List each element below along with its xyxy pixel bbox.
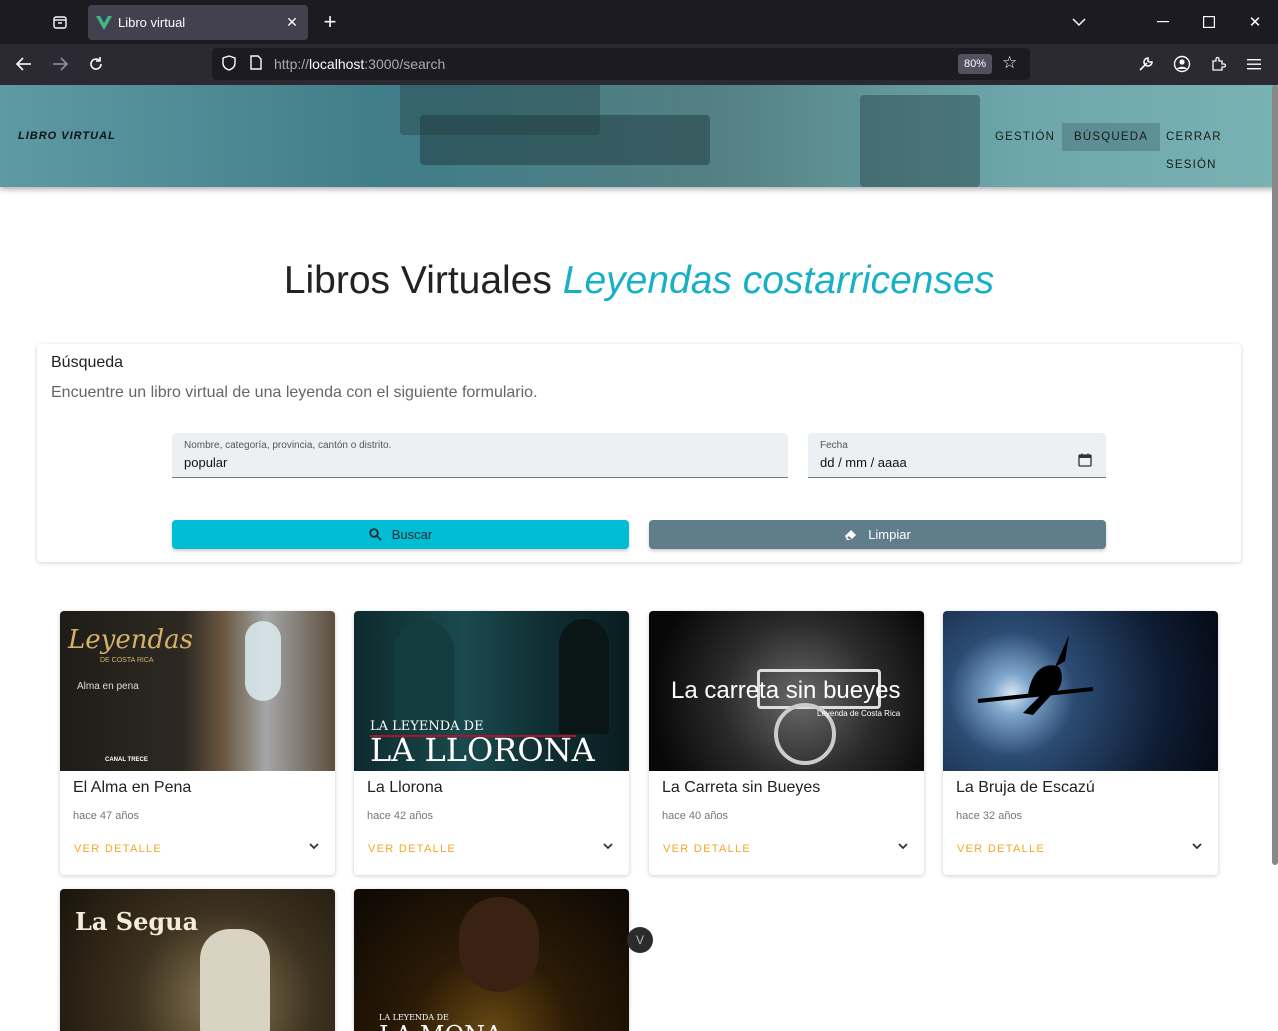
result-card[interactable]: La Segua xyxy=(60,889,335,1031)
nav-busqueda[interactable]: BÚSQUEDA xyxy=(1062,123,1161,151)
browser-tab-bar: Libro virtual ✕ + ✕ xyxy=(0,0,1278,44)
calendar-icon[interactable] xyxy=(1078,453,1092,467)
witch-silhouette xyxy=(977,635,1094,715)
cover-figure xyxy=(459,897,539,992)
cover-figure xyxy=(559,619,609,734)
cover-subtitle: LA LLORONA xyxy=(370,731,595,769)
browser-nav-bar: http://localhost:3000/search 80% ☆ xyxy=(0,44,1278,85)
result-card[interactable]: La Bruja de Escazú hace 32 años VER DETA… xyxy=(943,611,1218,875)
bookmark-star-icon[interactable]: ☆ xyxy=(1002,53,1017,73)
cover-subtitle: LA MONA xyxy=(379,1021,502,1031)
eraser-icon xyxy=(845,530,857,540)
nav-gestion[interactable]: GESTIÓN xyxy=(983,123,1067,151)
date-field-label: Fecha xyxy=(820,440,848,451)
cover-figure xyxy=(200,929,270,1031)
page-scrollbar[interactable] xyxy=(1272,85,1278,865)
page-title: Libros Virtuales Leyendas costarricenses xyxy=(283,259,995,302)
clear-button[interactable]: Limpiar xyxy=(649,520,1106,549)
close-tab-icon[interactable]: ✕ xyxy=(284,14,300,31)
app-header: LIBRO VIRTUAL GESTIÓN BÚSQUEDA CERRAR SE… xyxy=(0,85,1278,187)
firefox-view-icon[interactable] xyxy=(44,8,76,36)
date-field-value[interactable]: dd / mm / aaaa xyxy=(820,455,907,470)
chevron-down-icon[interactable] xyxy=(307,839,321,853)
back-icon[interactable] xyxy=(9,50,39,78)
search-card-title: Búsqueda xyxy=(51,354,124,371)
result-age: hace 42 años xyxy=(367,810,434,822)
search-input-value[interactable]: popular xyxy=(184,455,227,470)
search-icon xyxy=(369,528,382,541)
vue-devtools-icon[interactable]: V xyxy=(627,927,653,953)
result-card-image[interactable]: LA LEYENDA DE LA LLORONA xyxy=(354,611,629,771)
address-bar[interactable]: http://localhost:3000/search 80% ☆ xyxy=(212,48,1030,80)
account-icon[interactable] xyxy=(1167,50,1197,78)
result-card[interactable]: LA LEYENDA DE LA MONA xyxy=(354,889,629,1031)
ver-detalle-button[interactable]: VER DETALLE xyxy=(74,843,162,855)
result-name: La Carreta sin Bueyes xyxy=(662,779,821,796)
cover-title: La carreta sin bueyes xyxy=(671,677,901,704)
cover-figure xyxy=(394,621,454,731)
cover-extra-text: Alma en pena xyxy=(77,681,139,692)
header-background-book xyxy=(420,115,710,165)
close-window-icon[interactable]: ✕ xyxy=(1232,0,1278,44)
search-button[interactable]: Buscar xyxy=(172,520,629,549)
cover-subtitle: Leyenda de Costa Rica xyxy=(817,709,901,718)
cover-logo-text: CANAL TRECE xyxy=(105,757,148,763)
chevron-down-icon[interactable] xyxy=(896,839,910,853)
result-card-image[interactable] xyxy=(943,611,1218,771)
result-card-image[interactable]: LA LEYENDA DE LA MONA xyxy=(354,889,629,1031)
result-card-image[interactable]: Leyendas DE COSTA RICA Alma en pena CANA… xyxy=(60,611,335,771)
minimize-icon[interactable] xyxy=(1140,0,1186,44)
browser-tab[interactable]: Libro virtual ✕ xyxy=(88,5,308,40)
ghost-figure xyxy=(245,621,281,701)
vue-logo-icon xyxy=(96,15,112,30)
url-text[interactable]: http://localhost:3000/search xyxy=(274,56,445,72)
result-card[interactable]: La carreta sin bueyes Leyenda de Costa R… xyxy=(649,611,924,875)
result-card-image[interactable]: La carreta sin bueyes Leyenda de Costa R… xyxy=(649,611,924,771)
search-button-label: Buscar xyxy=(391,527,433,542)
ver-detalle-button[interactable]: VER DETALLE xyxy=(368,843,456,855)
extensions-icon[interactable] xyxy=(1203,50,1233,78)
shield-icon[interactable] xyxy=(220,55,238,73)
menu-icon[interactable] xyxy=(1239,50,1269,78)
result-name: La Llorona xyxy=(367,779,443,796)
zoom-level[interactable]: 80% xyxy=(958,54,992,74)
new-tab-icon[interactable]: + xyxy=(318,8,342,36)
result-card[interactable]: LA LEYENDA DE LA LLORONA La Llorona hace… xyxy=(354,611,629,875)
search-input[interactable]: Nombre, categoría, provincia, cantón o d… xyxy=(172,433,788,478)
cover-title: La Segua xyxy=(75,907,199,936)
clear-button-label: Limpiar xyxy=(868,527,911,542)
nav-cerrar-sesion[interactable]: CERRAR SESIÓN xyxy=(1154,123,1278,171)
maximize-icon[interactable] xyxy=(1186,0,1232,44)
result-card-image[interactable]: La Segua xyxy=(60,889,335,1031)
result-age: hace 47 años xyxy=(73,810,140,822)
forward-icon[interactable] xyxy=(45,50,75,78)
chevron-down-icon[interactable] xyxy=(601,839,615,853)
ver-detalle-button[interactable]: VER DETALLE xyxy=(957,843,1045,855)
search-input-label: Nombre, categoría, provincia, cantón o d… xyxy=(184,440,392,451)
result-age: hace 40 años xyxy=(662,810,729,822)
search-card-subtitle: Encuentre un libro virtual de una leyend… xyxy=(51,384,538,401)
ver-detalle-button[interactable]: VER DETALLE xyxy=(663,843,751,855)
tab-title: Libro virtual xyxy=(118,15,186,30)
date-field[interactable]: Fecha dd / mm / aaaa xyxy=(808,433,1106,478)
result-name: El Alma en Pena xyxy=(73,779,192,796)
chevron-down-icon[interactable] xyxy=(1190,839,1204,853)
page-icon[interactable] xyxy=(247,55,265,73)
wrench-icon[interactable] xyxy=(1131,50,1161,78)
header-background-book xyxy=(860,95,980,187)
cover-subtitle: DE COSTA RICA xyxy=(100,657,154,664)
search-card: Búsqueda Encuentre un libro virtual de u… xyxy=(37,344,1241,562)
brand-logo[interactable]: LIBRO VIRTUAL xyxy=(18,130,116,142)
list-all-tabs-icon[interactable] xyxy=(1056,0,1102,44)
reload-icon[interactable] xyxy=(81,50,111,78)
web-page: LIBRO VIRTUAL GESTIÓN BÚSQUEDA CERRAR SE… xyxy=(0,85,1278,1031)
result-name: La Bruja de Escazú xyxy=(956,779,1095,796)
cover-title: Leyendas xyxy=(68,625,193,655)
result-card[interactable]: Leyendas DE COSTA RICA Alma en pena CANA… xyxy=(60,611,335,875)
result-age: hace 32 años xyxy=(956,810,1023,822)
